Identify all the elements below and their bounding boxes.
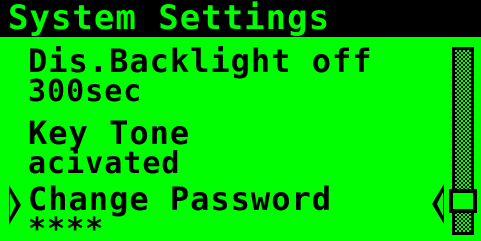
scroll-position-arrow-icon: [432, 184, 444, 224]
menu-item-label: Change Password: [28, 180, 332, 218]
menu-item-change-password[interactable]: Change Password ****: [28, 183, 332, 241]
menu-item-label: Key Tone: [28, 114, 191, 152]
menu-item-value: ****: [28, 212, 105, 241]
selection-arrow-icon: [9, 185, 21, 225]
menu-item-value: acivated: [28, 146, 181, 181]
lcd-screen: System Settings Dis.Backlight off 300sec…: [0, 0, 481, 241]
settings-menu: Dis.Backlight off 300sec Key Tone acivat…: [0, 37, 481, 241]
menu-item-backlight[interactable]: Dis.Backlight off 300sec: [28, 45, 373, 107]
menu-item-value: 300sec: [28, 74, 143, 109]
title-bar: System Settings: [0, 0, 481, 37]
menu-item-label: Dis.Backlight off: [28, 42, 373, 80]
scrollbar-thumb[interactable]: [449, 189, 477, 213]
menu-item-key-tone[interactable]: Key Tone acivated: [28, 117, 190, 179]
page-title: System Settings: [8, 0, 331, 38]
